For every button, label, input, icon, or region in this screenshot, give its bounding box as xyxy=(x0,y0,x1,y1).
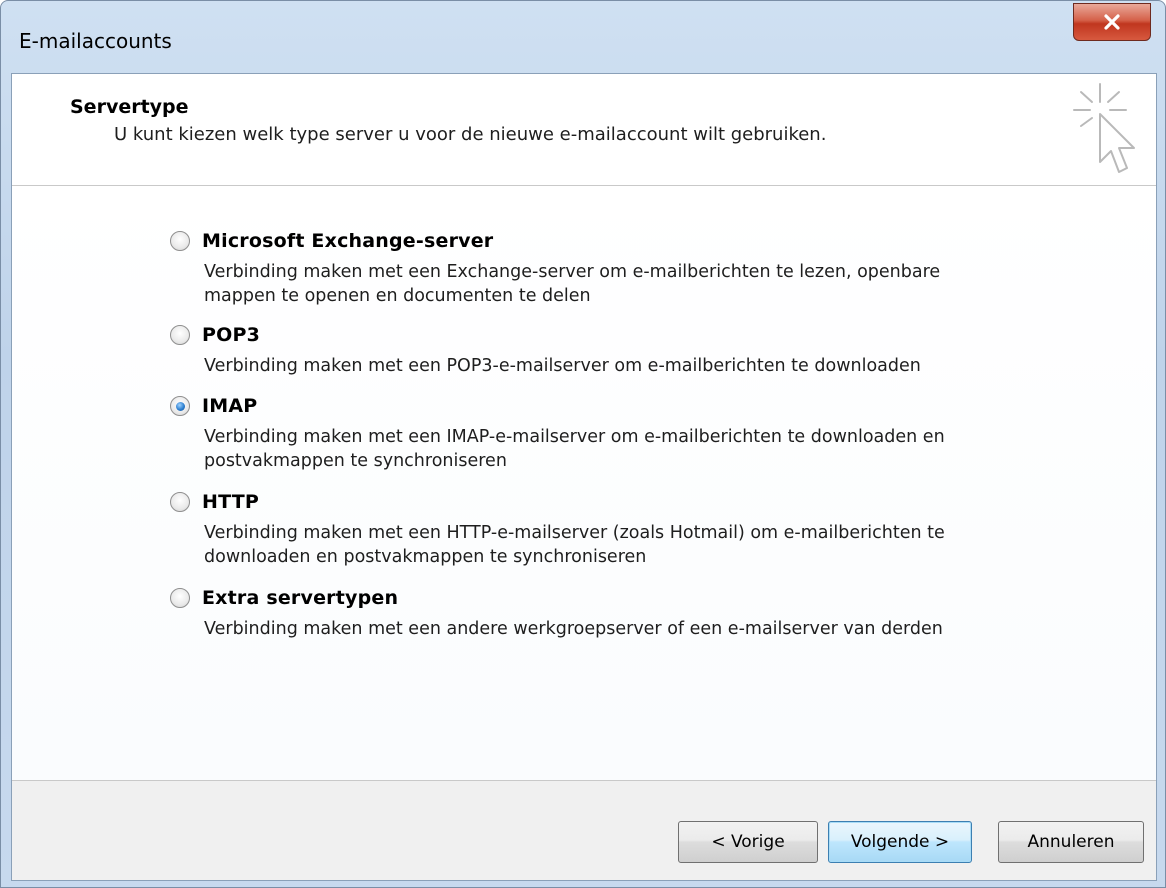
title-bar[interactable]: E-mailaccounts xyxy=(1,1,1165,81)
close-icon xyxy=(1103,14,1121,30)
radio-pop3[interactable] xyxy=(170,325,190,345)
option-extra-servertypes[interactable]: Extra servertypen Verbinding maken met e… xyxy=(170,583,1004,641)
back-button[interactable]: < Vorige xyxy=(678,821,818,863)
option-description: Verbinding maken met een andere werkgroe… xyxy=(204,619,943,639)
option-description: Verbinding maken met een HTTP-e-mailserv… xyxy=(204,523,945,567)
radio-http[interactable] xyxy=(170,492,190,512)
dialog-window: E-mailaccounts Servertype U kunt kiezen … xyxy=(0,0,1166,888)
option-description: Verbinding maken met een POP3-e-mailserv… xyxy=(204,356,921,376)
option-label[interactable]: Extra servertypen xyxy=(202,587,398,609)
server-type-options: Microsoft Exchange-server Verbinding mak… xyxy=(12,186,1156,780)
radio-extra-servertypes[interactable] xyxy=(170,588,190,608)
option-label[interactable]: IMAP xyxy=(202,395,257,417)
option-exchange[interactable]: Microsoft Exchange-server Verbinding mak… xyxy=(170,226,1004,308)
option-description: Verbinding maken met een IMAP-e-mailserv… xyxy=(204,427,945,471)
next-button[interactable]: Volgende > xyxy=(828,821,972,863)
option-pop3[interactable]: POP3 Verbinding maken met een POP3-e-mai… xyxy=(170,320,1004,378)
window-title: E-mailaccounts xyxy=(19,29,172,53)
option-label[interactable]: Microsoft Exchange-server xyxy=(202,230,493,252)
cursor-click-icon xyxy=(1066,80,1140,182)
cancel-button[interactable]: Annuleren xyxy=(998,821,1144,863)
page-subtitle: U kunt kiezen welk type server u voor de… xyxy=(114,124,827,145)
radio-imap[interactable] xyxy=(170,396,190,416)
option-description: Verbinding maken met een Exchange-server… xyxy=(204,262,941,306)
option-label[interactable]: HTTP xyxy=(202,491,259,513)
button-bar: < Vorige Volgende > Annuleren xyxy=(12,780,1156,880)
option-http[interactable]: HTTP Verbinding maken met een HTTP-e-mai… xyxy=(170,487,1004,569)
wizard-header: Servertype U kunt kiezen welk type serve… xyxy=(12,74,1156,186)
close-button[interactable] xyxy=(1073,3,1151,41)
page-title: Servertype xyxy=(70,96,189,118)
option-label[interactable]: POP3 xyxy=(202,324,260,346)
radio-exchange[interactable] xyxy=(170,231,190,251)
dialog-client-area: Servertype U kunt kiezen welk type serve… xyxy=(11,73,1157,881)
option-imap[interactable]: IMAP Verbinding maken met een IMAP-e-mai… xyxy=(170,391,1004,473)
